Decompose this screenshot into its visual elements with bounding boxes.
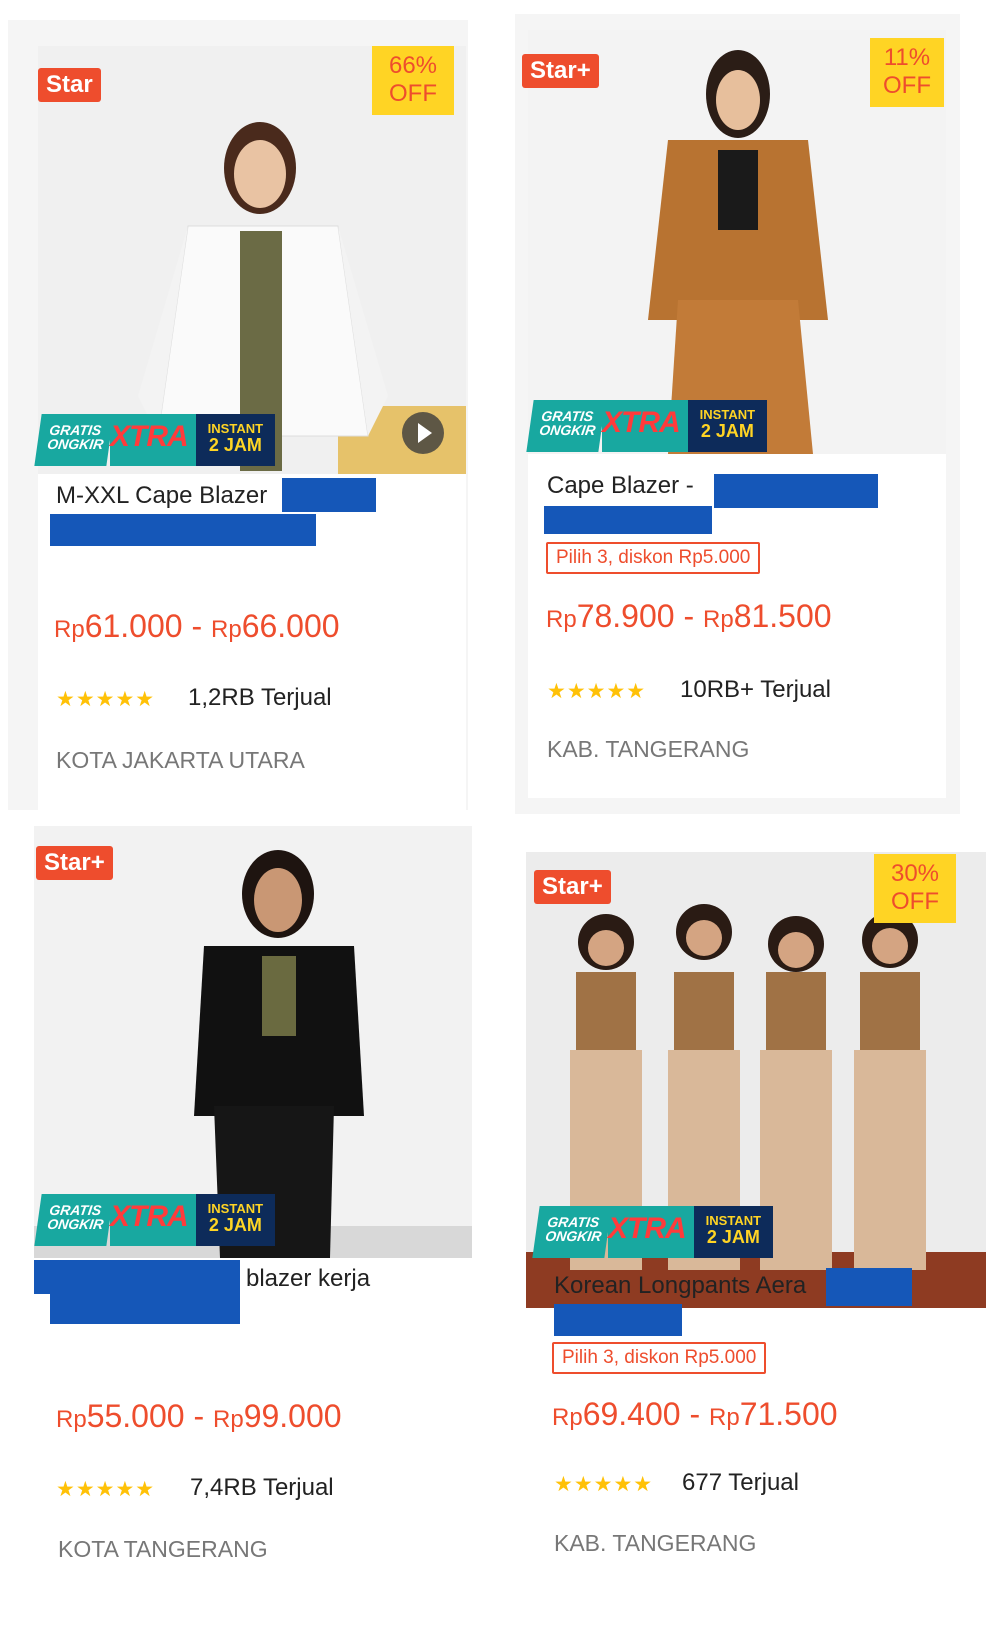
shop-location: KOTA JAKARTA UTARA [56, 747, 305, 773]
star-badge: Star [38, 68, 101, 103]
gratis-label: GRATIS [540, 408, 595, 424]
ongkir-label: ONGKIR [46, 1216, 105, 1232]
xtra-label: XTRA [110, 414, 196, 466]
discount-off-label: OFF [883, 71, 931, 99]
redacted-block [826, 1268, 912, 1306]
discount-badge: 66% OFF [372, 46, 454, 116]
discount-percent: 11% [883, 44, 931, 71]
free-shipping-xtra-banner: GRATIS ONGKIR XTRA INSTANT 2 JAM [526, 400, 768, 452]
star-badge: Star+ [36, 846, 113, 881]
price-separator: - [184, 1398, 213, 1434]
product-title[interactable]: Korean Longpants Aera [554, 1272, 806, 1300]
instant-label: INSTANT [705, 1213, 762, 1228]
sold-count: 1,2RB Terjual [188, 684, 332, 711]
product-card[interactable]: Star+ 11% OFF GRATIS ONGKIR XTRA INSTANT 2… [522, 30, 946, 798]
jam-label: 2 JAM [208, 1214, 262, 1235]
ongkir-label: ONGKIR [544, 1228, 603, 1244]
shop-location: KAB. TANGERANG [554, 1530, 757, 1556]
redacted-block [554, 1304, 682, 1336]
redacted-block [34, 1260, 240, 1294]
free-shipping-xtra-banner: GRATIS ONGKIR XTRA INSTANT 2 JAM [34, 414, 276, 466]
gratis-label: GRATIS [546, 1214, 601, 1230]
currency-label: Rp [709, 1404, 740, 1431]
currency-label: Rp [54, 616, 85, 643]
redacted-block [714, 474, 878, 508]
sold-count: 10RB+ Terjual [680, 676, 831, 703]
currency-label: Rp [211, 616, 242, 643]
redacted-block [282, 478, 376, 512]
discount-badge: 11% OFF [870, 38, 944, 108]
price-max: 71.500 [739, 1396, 838, 1432]
currency-label: Rp [703, 606, 734, 633]
price-separator: - [680, 1396, 709, 1432]
price-separator: - [674, 598, 703, 634]
product-card[interactable]: Star 66% OFF GRATIS ONGKIR XTRA INSTANT 2 … [34, 46, 466, 810]
ongkir-label: ONGKIR [538, 422, 597, 438]
xtra-label: XTRA [602, 400, 688, 452]
instant-label: INSTANT [207, 1201, 264, 1216]
product-title[interactable]: Cape Blazer - [547, 472, 694, 500]
discount-off-label: OFF [389, 79, 437, 107]
currency-label: Rp [552, 1404, 583, 1431]
bundle-promo-label: Pilih 3, diskon Rp5.000 [552, 1342, 767, 1374]
product-card[interactable]: Star+ 30% OFF GRATIS ONGKIR XTRA INSTANT 2… [526, 852, 986, 1636]
free-shipping-xtra-banner: GRATIS ONGKIR XTRA INSTANT 2 JAM [532, 1206, 774, 1258]
discount-off-label: OFF [891, 887, 939, 915]
jam-label: 2 JAM [706, 1226, 760, 1247]
bundle-promo-label: Pilih 3, diskon Rp5.000 [546, 542, 761, 574]
product-title[interactable]: blazer kerja [246, 1265, 370, 1293]
rating-stars: ★★★★★ [56, 688, 156, 711]
price-range: Rp69.400 - Rp71.500 [552, 1396, 838, 1433]
star-badge: Star+ [522, 54, 599, 89]
xtra-label: XTRA [110, 1194, 196, 1246]
product-title[interactable]: M-XXL Cape Blazer [56, 482, 267, 510]
price-range: Rp78.900 - Rp81.500 [546, 598, 832, 635]
shop-location: KAB. TANGERANG [547, 736, 750, 762]
price-min: 55.000 [86, 1398, 185, 1434]
price-max: 81.500 [733, 598, 832, 634]
rating-stars: ★★★★★ [547, 680, 647, 703]
instant-label: INSTANT [207, 421, 264, 436]
sold-count: 677 Terjual [682, 1469, 799, 1496]
redacted-block [544, 506, 712, 534]
rating-stars: ★★★★★ [554, 1473, 654, 1496]
price-min: 69.400 [582, 1396, 681, 1432]
instant-label: INSTANT [699, 407, 756, 422]
discount-badge: 30% OFF [874, 854, 956, 924]
ongkir-label: ONGKIR [46, 436, 105, 452]
price-separator: - [182, 608, 211, 644]
discount-percent: 66% [388, 52, 438, 79]
discount-percent: 30% [890, 860, 940, 887]
redacted-block [50, 1292, 240, 1324]
product-card[interactable]: Star+ GRATIS ONGKIR XTRA INSTANT 2 JAM bla… [34, 826, 472, 1636]
jam-label: 2 JAM [700, 420, 754, 441]
free-shipping-xtra-banner: GRATIS ONGKIR XTRA INSTANT 2 JAM [34, 1194, 276, 1246]
price-max: 66.000 [241, 608, 340, 644]
price-max: 99.000 [243, 1398, 342, 1434]
star-badge: Star+ [534, 870, 611, 905]
gratis-label: GRATIS [48, 422, 103, 438]
xtra-label: XTRA [608, 1206, 694, 1258]
rating-stars: ★★★★★ [56, 1478, 156, 1501]
sold-count: 7,4RB Terjual [190, 1474, 334, 1501]
currency-label: Rp [546, 606, 577, 633]
currency-label: Rp [56, 1406, 87, 1433]
price-range: Rp61.000 - Rp66.000 [54, 608, 340, 645]
play-video-icon[interactable] [402, 412, 444, 454]
shop-location: KOTA TANGERANG [58, 1536, 268, 1562]
currency-label: Rp [213, 1406, 244, 1433]
price-min: 61.000 [84, 608, 183, 644]
redacted-block [50, 514, 316, 546]
gratis-label: GRATIS [48, 1202, 103, 1218]
jam-label: 2 JAM [208, 434, 262, 455]
price-range: Rp55.000 - Rp99.000 [56, 1398, 342, 1435]
price-min: 78.900 [576, 598, 675, 634]
